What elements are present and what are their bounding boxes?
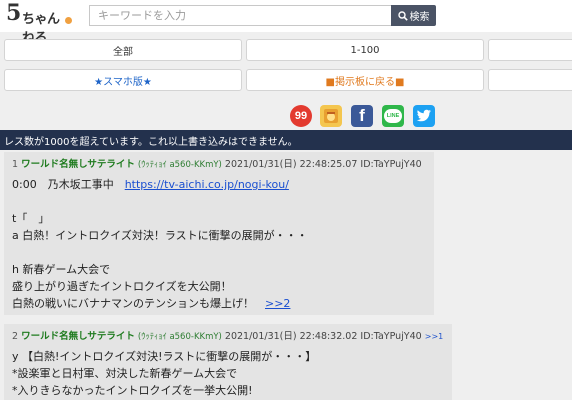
post-limit-notice: レス数が1000を超えています。これ以上書き込みはできません。 bbox=[0, 130, 572, 150]
nav-range-button[interactable]: 1-100 bbox=[246, 39, 484, 61]
share-99-label: 99 bbox=[294, 110, 308, 122]
facebook-glyph: f bbox=[359, 106, 365, 125]
post-line-text: 白熱の戦いにバナナマンのテンションも爆上げ！ bbox=[12, 297, 265, 310]
thread-post: 1 ワールド名無しサテライト (ｳｯﾃｨｮｲ a560-KKmY) 2021/0… bbox=[4, 152, 434, 315]
post-date-id: 2021/01/31(日) 22:48:25.07 ID:TaYPujY40 bbox=[224, 159, 422, 170]
share-line-icon[interactable]: LINE bbox=[382, 105, 404, 127]
post-line: *設楽軍と日村軍、対決した新春ゲーム大会で bbox=[12, 367, 238, 380]
share-facebook-icon[interactable]: f bbox=[351, 105, 373, 127]
line-glyph: LINE bbox=[386, 113, 400, 119]
post-line: 白熱の戦いにバナナマンのテンションも爆上げ！ >>2 bbox=[12, 295, 426, 312]
post-header: 2 ワールド名無しサテライト (ｳｯﾃｨｮｲ a560-KKmY) 2021/0… bbox=[12, 328, 444, 342]
share-99-icon[interactable]: 99 bbox=[290, 105, 312, 127]
post-line: *入りきらなかったイントロクイズを一挙大公開! bbox=[12, 384, 253, 397]
share-hatena-icon[interactable] bbox=[320, 105, 342, 127]
nav-range-label: 1-100 bbox=[350, 44, 380, 56]
post-date-id: 2021/01/31(日) 22:48:32.02 ID:TaYPujY40 bbox=[224, 331, 422, 342]
nav-all-button[interactable]: 全部 bbox=[4, 39, 242, 61]
poster-name: ワールド名無しサテライト bbox=[21, 331, 135, 342]
post-line: 0:00 乃木坂工事中 https://tv-aichi.co.jp/nogi-… bbox=[12, 176, 426, 193]
post-line: h 新春ゲーム大会で bbox=[12, 263, 111, 276]
poster-trip: (ｳｯﾃｨｮｲ a560-KKmY) bbox=[137, 160, 222, 170]
poster-name: ワールド名無しサテライト bbox=[21, 159, 135, 170]
post-line: 盛り上がり過ぎたイントロクイズを大公開！ bbox=[12, 280, 232, 293]
back-to-board-label: ■掲示板に戻る■ bbox=[325, 76, 405, 88]
external-link[interactable]: https://tv-aichi.co.jp/nogi-kou/ bbox=[125, 178, 289, 191]
post-body: 0:00 乃木坂工事中 https://tv-aichi.co.jp/nogi-… bbox=[12, 176, 426, 312]
line-bubble: LINE bbox=[384, 109, 402, 123]
smartphone-version-label: ★スマホ版★ bbox=[94, 76, 152, 88]
logo-number: 5 bbox=[6, 0, 22, 26]
post-line: a 白熱！イントロクイズ対決！ラストに衝撃の展開が・・・ bbox=[12, 229, 308, 242]
share-twitter-icon[interactable] bbox=[413, 105, 435, 127]
post-line-prefix: 0:00 乃木坂工事中 bbox=[12, 178, 125, 191]
site-logo[interactable]: 5 ちゃんねる bbox=[6, 0, 72, 46]
post-line: t「 」 bbox=[12, 212, 50, 225]
back-to-board-button[interactable]: ■掲示板に戻る■ bbox=[246, 69, 484, 91]
search-input[interactable] bbox=[89, 5, 392, 26]
twitter-bird-icon bbox=[416, 109, 431, 122]
nav-extra-button[interactable] bbox=[488, 69, 572, 91]
reply-anchor-link[interactable]: >>2 bbox=[265, 297, 290, 310]
post-number[interactable]: 1 bbox=[12, 159, 18, 170]
post-body: y 【白熱!イントロクイズ対決!ラストに衝撃の展開が・・・】 *設楽軍と日村軍、… bbox=[12, 348, 444, 399]
header: 5 ちゃんねる 検索 bbox=[0, 0, 572, 46]
search-button[interactable]: 検索 bbox=[391, 5, 436, 26]
post-line: y 【白熱!イントロクイズ対決!ラストに衝撃の展開が・・・】 bbox=[12, 350, 317, 363]
post-header: 1 ワールド名無しサテライト (ｳｯﾃｨｮｲ a560-KKmY) 2021/0… bbox=[12, 156, 426, 170]
search-icon bbox=[397, 10, 408, 21]
nav-next-button[interactable] bbox=[488, 39, 572, 61]
poster-trip: (ｳｯﾃｨｮｲ a560-KKmY) bbox=[137, 332, 222, 342]
logo-dot bbox=[65, 17, 72, 24]
search-button-label: 検索 bbox=[409, 12, 430, 23]
post-number[interactable]: 2 bbox=[12, 331, 18, 342]
hatena-hat-icon bbox=[324, 109, 338, 123]
nav-all-label: 全部 bbox=[113, 46, 133, 58]
thread-post: 2 ワールド名無しサテライト (ｳｯﾃｨｮｲ a560-KKmY) 2021/0… bbox=[4, 324, 452, 400]
reply-count-link[interactable]: >>1 bbox=[425, 332, 444, 341]
smartphone-version-button[interactable]: ★スマホ版★ bbox=[4, 69, 242, 91]
